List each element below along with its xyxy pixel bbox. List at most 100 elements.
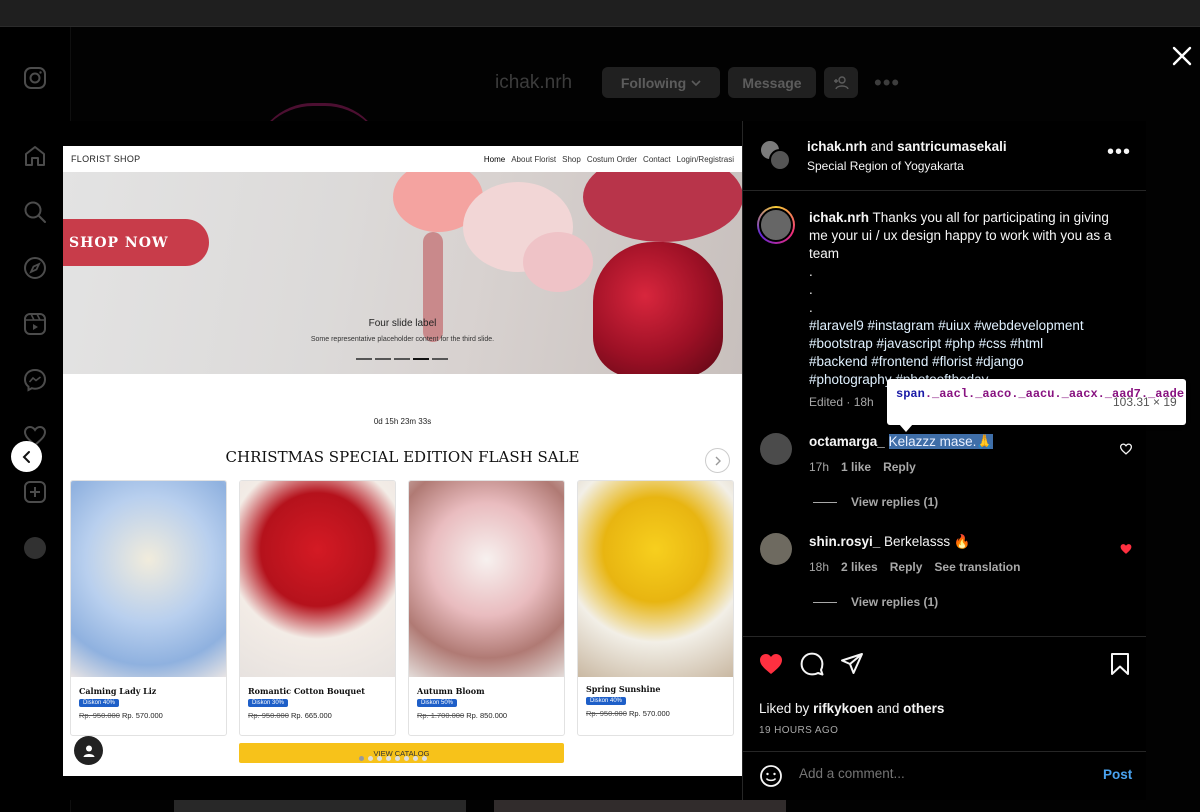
comment-avatar[interactable]	[760, 533, 792, 565]
comment-like-icon[interactable]	[1119, 442, 1133, 456]
product-price: Rp. 1.700.000 Rp. 850.000	[417, 711, 507, 720]
caption-hashtags[interactable]: #backend #frontend #florist #django	[809, 353, 1125, 371]
slide-caption: Some representative placeholder content …	[310, 336, 495, 343]
new-price: Rp. 570.000	[121, 711, 163, 720]
mock-nav-item: Shop	[562, 154, 581, 164]
user-tag-icon[interactable]	[74, 736, 103, 765]
comment-likes[interactable]: 2 likes	[841, 560, 878, 574]
view-replies-button[interactable]: View replies (1)	[813, 495, 938, 509]
post-caption: ichak.nrh Thanks you all for participati…	[809, 209, 1125, 389]
comment-avatar[interactable]	[760, 433, 792, 465]
fire-emoji: 🔥	[953, 534, 971, 549]
comment-likes[interactable]: 1 like	[841, 460, 871, 474]
comment-time: 17h	[809, 460, 830, 474]
post-header: ichak.nrh and santricumasekali Special R…	[743, 121, 1146, 191]
comment-body: Berkelasss	[884, 534, 951, 549]
emoji-smiley-icon[interactable]	[759, 764, 783, 788]
devtools-inspect-tooltip: span._aacl._aaco._aacu._aacx._aad7._aade…	[887, 379, 1186, 425]
share-send-icon[interactable]	[839, 651, 865, 677]
mock-site-header: FLORIST SHOP Home About Florist Shop Cos…	[63, 146, 742, 172]
caption-dot: .	[809, 264, 813, 279]
flash-sale-title: CHRISTMAS SPECIAL EDITION FLASH SALE	[225, 448, 580, 466]
post-location[interactable]: Special Region of Yogyakarta	[807, 159, 964, 173]
caption-dot: .	[809, 300, 813, 315]
liked-by-text: Liked by rifkykoen and others	[759, 701, 944, 716]
tooltip-dimensions: 103.31 × 19	[1113, 395, 1177, 409]
tooltip-tag: span	[896, 387, 925, 401]
old-price: Rp. 950.000	[248, 711, 289, 720]
discount-badge: Diskon 40%	[79, 699, 120, 707]
comment-reply-button[interactable]: Reply	[883, 460, 916, 474]
view-replies-button[interactable]: View replies (1)	[813, 595, 938, 609]
product-price: Rp. 950.000 Rp. 665.000	[248, 711, 332, 720]
comment-liked-heart-icon[interactable]	[1119, 542, 1133, 556]
old-price: Rp. 950.000	[586, 709, 627, 718]
new-price: Rp. 850.000	[466, 711, 508, 720]
hero-vase-shape	[593, 242, 723, 374]
product-card: Romantic Cotton Bouquet Diskon 30% Rp. 9…	[239, 480, 396, 736]
liked-by-username[interactable]: rifkykoen	[813, 701, 873, 716]
collaborator-username[interactable]: santricumasekali	[897, 139, 1007, 154]
discount-badge: Diskon 50%	[417, 699, 458, 707]
product-name: Spring Sunshine	[586, 684, 661, 694]
save-bookmark-icon[interactable]	[1107, 651, 1133, 677]
see-translation-button[interactable]: See translation	[934, 560, 1020, 574]
post-details-panel: ichak.nrh and santricumasekali Special R…	[742, 121, 1146, 800]
post-comment-button[interactable]: Post	[1103, 767, 1132, 782]
caption-avatar[interactable]	[757, 206, 795, 244]
product-name: Autumn Bloom	[417, 686, 485, 696]
author-username[interactable]: ichak.nrh	[807, 139, 867, 154]
browser-top-strip	[0, 0, 1200, 27]
mock-nav-item: About Florist	[511, 154, 557, 164]
product-card: Spring Sunshine Diskon 40% Rp. 950.000 R…	[577, 480, 734, 736]
liked-by-others[interactable]: others	[903, 701, 944, 716]
close-icon[interactable]	[1168, 42, 1196, 70]
comment-meta: 18h 2 likes Reply See translation	[809, 560, 1020, 574]
comment-username[interactable]: shin.rosyi_	[809, 534, 880, 549]
post-carousel-indicators	[359, 756, 427, 761]
comment-username[interactable]: octamarga_	[809, 434, 885, 449]
previous-post-button[interactable]	[11, 441, 42, 472]
discount-badge: Diskon 40%	[586, 697, 627, 705]
mock-nav-item: Costum Order	[586, 154, 638, 164]
caption-username[interactable]: ichak.nrh	[809, 210, 869, 225]
product-card: Autumn Bloom Diskon 50% Rp. 1.700.000 Rp…	[408, 480, 565, 736]
pray-emoji: 🙏	[976, 434, 994, 449]
comment-bubble-icon[interactable]	[799, 651, 825, 677]
comment-time: 18h	[809, 560, 830, 574]
caption-hashtags[interactable]: #laravel9 #instagram #uiux #webdevelopme…	[809, 317, 1125, 335]
comment-text: octamarga_ Kelazzz mase.🙏	[809, 434, 994, 450]
tooltip-arrow	[899, 424, 913, 432]
mock-hero-banner: SHOP NOW Four slide label Some represent…	[63, 172, 742, 374]
post-timestamp[interactable]: 19 HOURS AGO	[759, 725, 838, 736]
post-image[interactable]: FLORIST SHOP Home About Florist Shop Cos…	[63, 146, 742, 776]
product-name: Calming Lady Liz	[79, 686, 157, 696]
old-price: Rp. 1.700.000	[417, 711, 465, 720]
product-name: Romantic Cotton Bouquet	[248, 686, 365, 696]
post-actions: Liked by rifkykoen and others 19 HOURS A…	[743, 636, 1146, 756]
liked-by-and: and	[876, 701, 900, 716]
liked-by-prefix: Liked by	[759, 701, 810, 716]
product-image	[240, 481, 395, 677]
add-comment-input[interactable]	[799, 766, 1079, 781]
caption-hashtags[interactable]: #bootstrap #javascript #php #css #html	[809, 335, 1125, 353]
slide-indicators	[356, 358, 448, 360]
comment-text: shin.rosyi_ Berkelasss 🔥	[809, 534, 971, 550]
product-image	[71, 481, 226, 677]
more-options-icon[interactable]: •••	[1107, 141, 1131, 164]
caption-dot: .	[809, 282, 813, 297]
and-text: and	[870, 139, 894, 154]
product-card: Calming Lady Liz Diskon 40% Rp. 950.000 …	[70, 480, 227, 736]
mock-nav-item: Login/Registrasi	[676, 154, 734, 164]
tooltip-selector: span._aacl._aaco._aacu._aacx._aad7._aade	[896, 386, 1184, 402]
new-price: Rp. 665.000	[290, 711, 332, 720]
collab-avatars[interactable]	[759, 139, 791, 171]
caption-meta: Edited · 18h	[809, 395, 874, 409]
product-price: Rp. 950.000 Rp. 570.000	[79, 711, 163, 720]
comment-reply-button[interactable]: Reply	[890, 560, 923, 574]
hero-flower-shape	[583, 172, 742, 242]
shop-now-button: SHOP NOW	[63, 219, 209, 266]
like-filled-heart-icon[interactable]	[758, 651, 784, 677]
discount-badge: Diskon 30%	[248, 699, 289, 707]
collab-names: ichak.nrh and santricumasekali	[807, 139, 1007, 154]
